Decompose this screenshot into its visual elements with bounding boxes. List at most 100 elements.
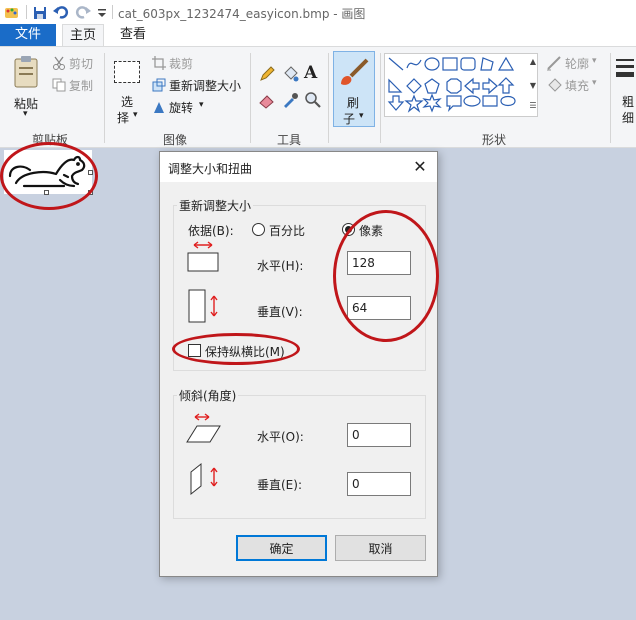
fill-bucket-icon[interactable] <box>281 65 299 83</box>
resize-handle-right[interactable] <box>88 170 93 175</box>
tab-file[interactable]: 文件 <box>0 24 56 46</box>
vertical-resize-icon <box>188 289 218 323</box>
select-label-1: 选 <box>121 95 134 109</box>
outline-button[interactable]: 轮廓 ▾ <box>546 55 606 73</box>
cut-button[interactable]: 剪切 <box>52 55 100 73</box>
select-label-2: 择 <box>117 111 130 125</box>
outline-icon <box>547 56 561 71</box>
shapes-scroll[interactable]: ▲ ▼ ☰ <box>528 53 538 117</box>
shapes-group-label: 形状 <box>482 133 507 147</box>
magnifier-icon[interactable] <box>304 91 322 109</box>
dialog-title: 调整大小和扭曲 <box>168 162 253 176</box>
chevron-down-icon: ▾ <box>592 56 597 66</box>
scissors-icon <box>53 56 65 70</box>
close-button[interactable]: ✕ <box>409 156 431 178</box>
keep-aspect-ratio-label: 保持纵横比(M) <box>205 345 285 359</box>
chevron-down-icon: ▾ <box>23 109 28 119</box>
color-picker-icon[interactable] <box>281 91 299 109</box>
cat-drawing <box>8 155 86 188</box>
skew-horizontal-input[interactable] <box>347 423 411 447</box>
horizontal-resize-icon <box>187 241 219 272</box>
resize-handle-bottom[interactable] <box>44 190 49 195</box>
divider <box>112 5 113 19</box>
chevron-down-icon: ▾ <box>592 78 597 88</box>
radio-pixels[interactable]: 像素 <box>342 222 402 238</box>
fill-icon <box>548 78 562 92</box>
pixels-label: 像素 <box>359 224 384 238</box>
keep-aspect-ratio-box <box>188 344 201 357</box>
outline-label: 轮廓 <box>565 57 590 71</box>
dialog-title-bar[interactable]: 调整大小和扭曲 ✕ <box>160 152 437 182</box>
undo-icon[interactable] <box>52 3 70 21</box>
radio-pixels-circle <box>342 223 355 236</box>
by-label: 依据(B): <box>188 224 234 238</box>
resize-legend: 重新调整大小 <box>177 197 254 214</box>
keep-aspect-ratio-checkbox[interactable]: 保持纵横比(M) <box>188 343 308 359</box>
fill-button[interactable]: 填充 ▾ <box>546 77 606 95</box>
resize-handle-corner[interactable] <box>88 190 93 195</box>
crop-button[interactable]: 裁剪 <box>152 55 202 73</box>
divider <box>26 5 27 19</box>
group-divider <box>104 53 105 143</box>
group-divider <box>610 53 611 143</box>
paste-button[interactable]: 粘贴 ▾ <box>8 51 46 125</box>
group-divider <box>380 53 381 143</box>
resize-label: 重新调整大小 <box>169 79 242 93</box>
resize-vertical-input[interactable] <box>347 296 411 320</box>
title-bar: cat_603px_1232474_easyicon.bmp - 画图 <box>0 0 636 24</box>
chevron-down-icon: ▾ <box>199 100 204 110</box>
group-divider <box>328 53 329 143</box>
copy-button[interactable]: 复制 <box>52 77 100 95</box>
resize-skew-dialog: 调整大小和扭曲 ✕ 重新调整大小 依据(B): 百分比 像素 水平(H): 垂直… <box>159 151 438 577</box>
crop-icon <box>152 56 166 70</box>
redo-icon[interactable] <box>74 3 92 21</box>
ribbon-tabs: 文件 主页 查看 <box>0 24 636 46</box>
line-mid-icon <box>616 65 634 68</box>
percent-label: 百分比 <box>269 224 306 238</box>
tools-group-label: 工具 <box>277 133 302 147</box>
tab-home[interactable]: 主页 <box>62 24 104 46</box>
brush-label-2: 子 <box>343 112 356 126</box>
chevron-down-icon: ▾ <box>359 111 364 121</box>
chevron-down-icon: ▾ <box>133 110 138 120</box>
brush-icon <box>341 58 369 85</box>
copy-icon <box>52 78 66 92</box>
shapes-gallery[interactable] <box>384 53 538 117</box>
rotate-button[interactable]: 旋转 ▾ <box>152 99 212 117</box>
resize-icon <box>152 78 166 92</box>
shapes-grid <box>387 56 516 113</box>
resize-button[interactable]: 重新调整大小 <box>152 77 244 95</box>
eraser-icon[interactable] <box>258 91 276 109</box>
text-tool-icon[interactable]: A <box>304 63 317 83</box>
skew-vertical-label: 垂直(E): <box>257 478 302 492</box>
clipboard-icon <box>14 56 38 88</box>
size-label-2: 细 <box>622 111 635 125</box>
pencil-icon[interactable] <box>258 65 276 83</box>
horizontal-skew-icon <box>186 413 221 443</box>
line-thin-icon <box>616 59 634 61</box>
resize-horizontal-label: 水平(H): <box>257 259 304 273</box>
size-label-1: 粗 <box>622 95 635 109</box>
selection-icon <box>114 61 140 83</box>
select-button[interactable]: 选 择 ▾ <box>110 55 146 127</box>
radio-percent[interactable]: 百分比 <box>252 222 312 238</box>
tab-view[interactable]: 查看 <box>112 24 154 46</box>
image-group-label: 图像 <box>163 133 188 147</box>
save-icon[interactable] <box>32 3 48 21</box>
size-button[interactable]: 粗 细 <box>614 53 636 129</box>
window-title: cat_603px_1232474_easyicon.bmp - 画图 <box>118 7 366 21</box>
cancel-button[interactable]: 取消 <box>335 535 426 561</box>
brush-button[interactable]: 刷 子 ▾ <box>333 51 375 127</box>
vertical-skew-icon <box>190 462 218 496</box>
ribbon: 粘贴 ▾ 剪切 复制 剪贴板 选 择 ▾ 裁剪 重新调整大小 旋转 ▾ 图像 A… <box>0 46 636 148</box>
resize-horizontal-input[interactable] <box>347 251 411 275</box>
line-thick-icon <box>616 72 634 77</box>
image-canvas[interactable] <box>4 150 93 195</box>
cut-label: 剪切 <box>69 57 94 71</box>
rotate-label: 旋转 <box>169 101 194 115</box>
copy-label: 复制 <box>69 79 94 93</box>
ok-button[interactable]: 确定 <box>236 535 327 561</box>
resize-vertical-label: 垂直(V): <box>257 305 303 319</box>
customize-quick-access-icon[interactable] <box>96 3 108 21</box>
skew-vertical-input[interactable] <box>347 472 411 496</box>
